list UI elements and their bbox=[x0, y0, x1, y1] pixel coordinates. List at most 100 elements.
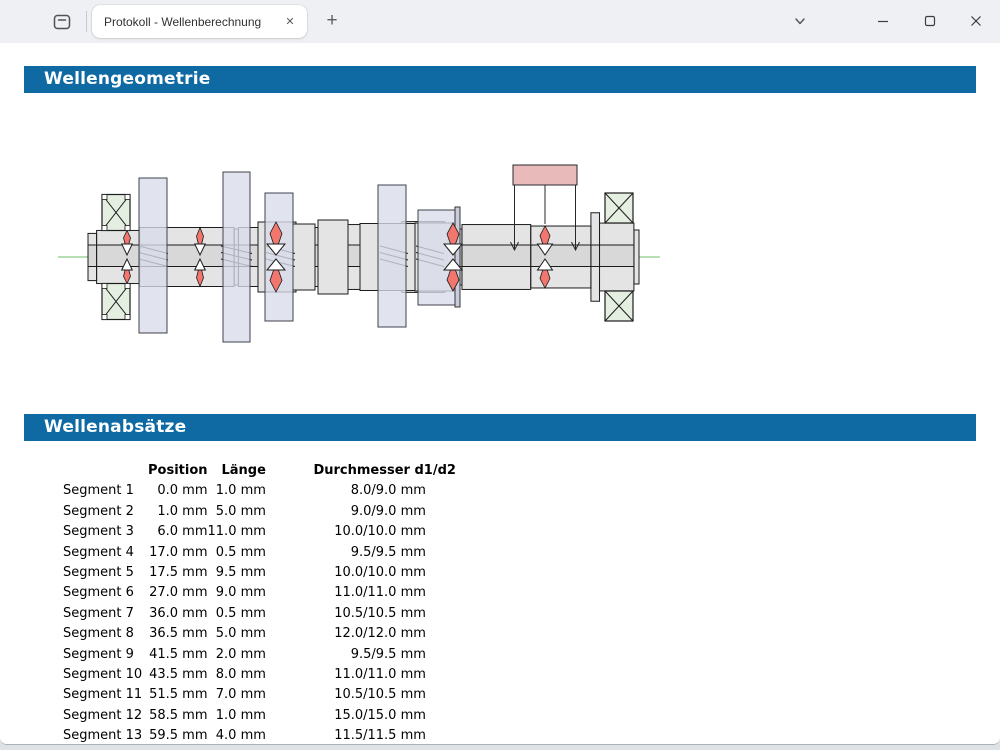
segment-diameter: 9.5/9.5 mm bbox=[266, 543, 456, 563]
gear-5 bbox=[418, 210, 455, 305]
segment-position: 17.0 mm bbox=[148, 543, 208, 563]
segment-length: 0.5 mm bbox=[208, 543, 266, 563]
table-row: Segment 941.5 mm2.0 mm9.5/9.5 mm bbox=[63, 645, 456, 665]
segment-length: 1.0 mm bbox=[208, 481, 266, 501]
segment-label: Segment 9 bbox=[63, 645, 148, 665]
gear-5 bbox=[418, 210, 455, 305]
segment-position: 41.5 mm bbox=[148, 645, 208, 665]
maximize-icon bbox=[923, 14, 937, 28]
segment-diameter: 10.5/10.5 mm bbox=[266, 604, 456, 624]
segment-position: 59.5 mm bbox=[148, 726, 208, 746]
segment-diameter: 15.0/15.0 mm bbox=[266, 706, 456, 726]
close-window-button[interactable] bbox=[961, 6, 991, 36]
segment-position: 36.0 mm bbox=[148, 604, 208, 624]
col-header-durchmesser: Durchmesser d1/d2 bbox=[266, 461, 456, 481]
col-header-position: Position bbox=[148, 461, 208, 481]
browser-tab-bar: Protokoll - Wellenberechnung ✕ + bbox=[0, 0, 1000, 43]
segment-diameter: 9.0/9.0 mm bbox=[266, 502, 456, 522]
segment-label: Segment 3 bbox=[63, 522, 148, 542]
table-header-row: Position Länge Durchmesser d1/d2 bbox=[63, 461, 456, 481]
table-row: Segment 1151.5 mm7.0 mm10.5/10.5 mm bbox=[63, 685, 456, 705]
segment-position: 51.5 mm bbox=[148, 685, 208, 705]
segment-label: Segment 7 bbox=[63, 604, 148, 624]
segment-length: 7.0 mm bbox=[208, 685, 266, 705]
segment-diameter: 11.5/11.5 mm bbox=[266, 726, 456, 746]
segment-diameter: 8.0/9.0 mm bbox=[266, 481, 456, 501]
segment-label: Segment 6 bbox=[63, 583, 148, 603]
tab-drawer-icon bbox=[52, 12, 72, 32]
segment-length: 8.0 mm bbox=[208, 665, 266, 685]
segment-position: 17.5 mm bbox=[148, 563, 208, 583]
segment-length: 1.0 mm bbox=[208, 706, 266, 726]
table-row: Segment 1043.5 mm8.0 mm11.0/11.0 mm bbox=[63, 665, 456, 685]
segment-position: 0.0 mm bbox=[148, 481, 208, 501]
segment-position: 6.0 mm bbox=[148, 522, 208, 542]
segment-label: Segment 1 bbox=[63, 481, 148, 501]
segment-diameter: 10.0/10.0 mm bbox=[266, 522, 456, 542]
tab-title: Protokoll - Wellenberechnung bbox=[104, 15, 281, 29]
gear-4 bbox=[378, 185, 406, 327]
segment-position: 36.5 mm bbox=[148, 624, 208, 644]
table-row: Segment 417.0 mm0.5 mm9.5/9.5 mm bbox=[63, 543, 456, 563]
tab-close-icon[interactable]: ✕ bbox=[281, 13, 299, 31]
table-row: Segment 836.5 mm5.0 mm12.0/12.0 mm bbox=[63, 624, 456, 644]
tab-list-button[interactable] bbox=[785, 6, 815, 36]
gear-1 bbox=[139, 178, 167, 333]
segment-diameter: 9.5/9.5 mm bbox=[266, 645, 456, 665]
segment-position: 1.0 mm bbox=[148, 502, 208, 522]
segment-length: 9.0 mm bbox=[208, 583, 266, 603]
section-title: Wellenabsätze bbox=[44, 417, 186, 437]
protocol-page: Wellengeometrie Wellenabsätze Position L… bbox=[0, 43, 1000, 745]
table-row: Segment 1359.5 mm4.0 mm11.5/11.5 mm bbox=[63, 726, 456, 746]
shaft-end-ring bbox=[634, 230, 639, 284]
gear-3 bbox=[265, 193, 293, 321]
segment-length: 11.0 mm bbox=[208, 522, 266, 542]
table-row: Segment 10.0 mm1.0 mm8.0/9.0 mm bbox=[63, 481, 456, 501]
segment-length: 5.0 mm bbox=[208, 624, 266, 644]
segment-length: 0.5 mm bbox=[208, 604, 266, 624]
gear-4 bbox=[378, 185, 406, 327]
table-row: Segment 21.0 mm5.0 mm9.0/9.0 mm bbox=[63, 502, 456, 522]
segment-length: 4.0 mm bbox=[208, 726, 266, 746]
segments-table: Position Länge Durchmesser d1/d2 Segment… bbox=[63, 461, 456, 747]
minimize-button[interactable] bbox=[868, 6, 898, 36]
close-icon bbox=[969, 14, 983, 28]
workspace-icon[interactable] bbox=[48, 8, 76, 35]
segment-label: Segment 11 bbox=[63, 685, 148, 705]
minimize-icon bbox=[876, 14, 890, 28]
new-tab-button[interactable]: + bbox=[320, 9, 344, 33]
section-header-wellenabsaetze: Wellenabsätze bbox=[24, 414, 976, 441]
segment-diameter: 10.5/10.5 mm bbox=[266, 685, 456, 705]
segment-position: 43.5 mm bbox=[148, 665, 208, 685]
col-header-laenge: Länge bbox=[208, 461, 266, 481]
gear-3 bbox=[265, 193, 293, 321]
table-row: Segment 627.0 mm9.0 mm11.0/11.0 mm bbox=[63, 583, 456, 603]
segment-diameter: 11.0/11.0 mm bbox=[266, 665, 456, 685]
segment-label: Segment 13 bbox=[63, 726, 148, 746]
gear-2 bbox=[223, 172, 250, 342]
gear-1 bbox=[139, 178, 167, 333]
table-row: Segment 736.0 mm0.5 mm10.5/10.5 mm bbox=[63, 604, 456, 624]
table-row: Segment 36.0 mm11.0 mm10.0/10.0 mm bbox=[63, 522, 456, 542]
shoulder-ring bbox=[455, 207, 460, 307]
segment-label: Segment 8 bbox=[63, 624, 148, 644]
table-row: Segment 517.5 mm9.5 mm10.0/10.0 mm bbox=[63, 563, 456, 583]
section-title: Wellengeometrie bbox=[44, 69, 210, 89]
segment-label: Segment 2 bbox=[63, 502, 148, 522]
section-header-wellengeometrie: Wellengeometrie bbox=[24, 66, 976, 93]
segment-position: 58.5 mm bbox=[148, 706, 208, 726]
segment-length: 5.0 mm bbox=[208, 502, 266, 522]
segment-length: 2.0 mm bbox=[208, 645, 266, 665]
table-row: Segment 1258.5 mm1.0 mm15.0/15.0 mm bbox=[63, 706, 456, 726]
segment-label: Segment 10 bbox=[63, 665, 148, 685]
shaft-diagram bbox=[24, 100, 976, 410]
segment-label: Segment 5 bbox=[63, 563, 148, 583]
browser-tab[interactable]: Protokoll - Wellenberechnung ✕ bbox=[92, 5, 307, 38]
segment-label: Segment 4 bbox=[63, 543, 148, 563]
segment-label: Segment 12 bbox=[63, 706, 148, 726]
gear-2 bbox=[223, 172, 250, 342]
maximize-button[interactable] bbox=[915, 6, 945, 36]
segment-diameter: 10.0/10.0 mm bbox=[266, 563, 456, 583]
chevron-down-icon bbox=[793, 14, 807, 28]
segment-diameter: 12.0/12.0 mm bbox=[266, 624, 456, 644]
